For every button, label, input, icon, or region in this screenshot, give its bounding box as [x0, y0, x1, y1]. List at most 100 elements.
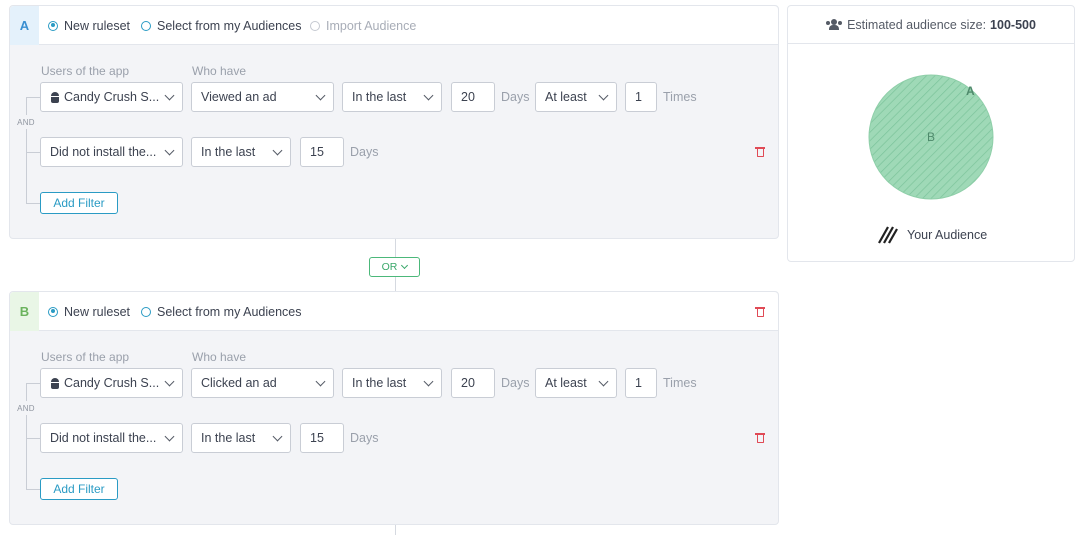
- tree-branch: [26, 203, 40, 204]
- trash-icon[interactable]: [755, 146, 765, 157]
- days-input[interactable]: 15: [300, 423, 344, 453]
- time-range-value: In the last: [201, 145, 256, 159]
- tree-branch: [26, 383, 40, 384]
- event-select-value: Viewed an ad: [201, 90, 277, 104]
- time-range-select[interactable]: In the last: [342, 368, 442, 398]
- audience-estimate-header: Estimated audience size: 100-500: [788, 6, 1074, 44]
- app-select[interactable]: Candy Crush S...: [40, 82, 183, 112]
- radio-label: New ruleset: [64, 18, 130, 33]
- app-select-value: Candy Crush S...: [64, 90, 160, 104]
- chevron-down-icon: [598, 376, 609, 387]
- chevron-down-icon: [272, 145, 283, 156]
- add-filter-button[interactable]: Add Filter: [40, 478, 118, 500]
- tree-line: [26, 97, 27, 203]
- trash-icon[interactable]: [755, 432, 765, 443]
- event-select-value: Clicked an ad: [201, 376, 277, 390]
- add-filter-button[interactable]: Add Filter: [40, 192, 118, 214]
- audience-estimate-panel: Estimated audience size: 100-500 A B You…: [787, 5, 1075, 262]
- chevron-down-icon: [423, 376, 434, 387]
- radio-label: Select from my Audiences: [157, 304, 302, 319]
- and-badge: AND: [14, 401, 38, 415]
- ruleset-a-letter: A: [10, 6, 39, 45]
- chevron-down-icon: [164, 90, 175, 101]
- event-select[interactable]: Viewed an ad: [191, 82, 334, 112]
- frequency-select[interactable]: At least: [535, 368, 617, 398]
- times-unit: Times: [663, 90, 697, 104]
- condition-value: Did not install the...: [50, 431, 157, 445]
- radio-select-audiences-a[interactable]: Select from my Audiences: [141, 18, 302, 33]
- android-icon: [50, 377, 60, 389]
- chevron-down-icon: [598, 90, 609, 101]
- time-range-value: In the last: [352, 90, 407, 104]
- android-icon: [50, 91, 60, 103]
- radio-dot-icon: [141, 306, 151, 317]
- times-input[interactable]: 1: [625, 82, 657, 112]
- days-input[interactable]: 20: [451, 368, 495, 398]
- radio-label: Select from my Audiences: [157, 18, 302, 33]
- legend-label: Your Audience: [907, 228, 988, 242]
- event-select[interactable]: Clicked an ad: [191, 368, 334, 398]
- chevron-down-icon: [423, 90, 434, 101]
- estimate-value: 100-500: [990, 17, 1036, 32]
- radio-dot-icon: [48, 20, 58, 31]
- radio-import-audience-a[interactable]: Import Audience: [310, 18, 416, 33]
- label-who-have: Who have: [192, 350, 247, 364]
- estimate-label: Estimated audience size:: [847, 17, 987, 32]
- connector-line: [395, 239, 396, 257]
- time-range-select[interactable]: In the last: [342, 82, 442, 112]
- chevron-down-icon: [401, 261, 409, 270]
- radio-new-ruleset-b[interactable]: New ruleset: [48, 304, 130, 319]
- venn-label-a: A: [966, 84, 975, 98]
- tree-branch: [26, 438, 40, 439]
- label-users-of-app: Users of the app: [41, 64, 130, 78]
- ruleset-a: A New ruleset Select from my Audiences I…: [9, 5, 779, 239]
- radio-dot-icon: [141, 20, 151, 31]
- chevron-down-icon: [164, 431, 175, 442]
- radio-new-ruleset-a[interactable]: New ruleset: [48, 18, 130, 33]
- condition-value: Did not install the...: [50, 145, 157, 159]
- time-range-select[interactable]: In the last: [191, 423, 291, 453]
- tree-branch: [26, 97, 40, 98]
- audience-legend: Your Audience: [878, 226, 987, 244]
- radio-select-audiences-b[interactable]: Select from my Audiences: [141, 304, 302, 319]
- ruleset-b-header: B New ruleset Select from my Audiences: [10, 292, 778, 331]
- days-unit: Days: [350, 431, 379, 445]
- users-icon: [826, 19, 843, 30]
- radio-label: New ruleset: [64, 304, 130, 319]
- days-input[interactable]: 20: [451, 82, 495, 112]
- and-badge: AND: [14, 115, 38, 129]
- radio-dot-icon: [48, 306, 58, 317]
- times-unit: Times: [663, 376, 697, 390]
- radio-label: Import Audience: [326, 18, 417, 33]
- times-input[interactable]: 1: [625, 368, 657, 398]
- label-who-have: Who have: [192, 64, 247, 78]
- frequency-select[interactable]: At least: [535, 82, 617, 112]
- chevron-down-icon: [164, 145, 175, 156]
- ruleset-b-letter: B: [10, 292, 39, 331]
- trash-icon[interactable]: [755, 306, 765, 317]
- app-select-value: Candy Crush S...: [64, 376, 160, 390]
- condition-select[interactable]: Did not install the...: [40, 137, 183, 167]
- chevron-down-icon: [164, 376, 175, 387]
- or-combiner-button[interactable]: OR: [369, 257, 420, 277]
- radio-dot-icon: [310, 20, 320, 31]
- days-unit: Days: [501, 90, 530, 104]
- time-range-select[interactable]: In the last: [191, 137, 291, 167]
- days-input[interactable]: 15: [300, 137, 344, 167]
- tree-line: [26, 383, 27, 489]
- venn-label-b: B: [927, 130, 935, 144]
- days-unit: Days: [501, 376, 530, 390]
- chevron-down-icon: [272, 431, 283, 442]
- app-select[interactable]: Candy Crush S...: [40, 368, 183, 398]
- or-label: OR: [381, 261, 398, 273]
- condition-select[interactable]: Did not install the...: [40, 423, 183, 453]
- hatch-legend-icon: [878, 226, 898, 244]
- connector-line: [395, 525, 396, 535]
- days-unit: Days: [350, 145, 379, 159]
- time-range-value: In the last: [201, 431, 256, 445]
- ruleset-a-header: A New ruleset Select from my Audiences I…: [10, 6, 778, 45]
- chevron-down-icon: [315, 90, 326, 101]
- frequency-value: At least: [545, 90, 587, 104]
- label-users-of-app: Users of the app: [41, 350, 130, 364]
- chevron-down-icon: [315, 376, 326, 387]
